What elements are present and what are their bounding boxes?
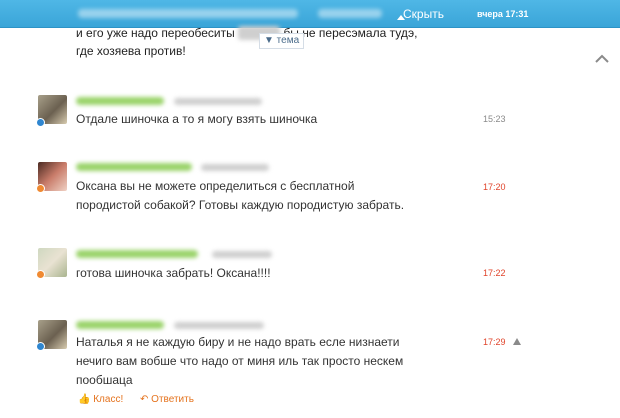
status-dot-icon	[36, 342, 45, 351]
message-text: Отдале шиночка а то я могу взять шиночка	[76, 112, 318, 126]
author-name[interactable]	[76, 250, 198, 258]
warning-icon[interactable]	[513, 338, 521, 345]
topic-button[interactable]: ▼ тема	[259, 33, 305, 49]
message-text: Оксана вы не можете определиться с беспл…	[76, 179, 405, 212]
message-text: Наталья я не каждую биру и не надо врать…	[76, 335, 404, 387]
status-dot-icon	[36, 118, 45, 127]
author-meta	[174, 98, 262, 105]
message-time: 17:29	[483, 337, 506, 347]
author-meta	[201, 164, 269, 171]
hide-link[interactable]: Скрыть	[403, 7, 444, 21]
author-name[interactable]	[76, 321, 164, 329]
collapse-chevron-icon[interactable]	[594, 52, 610, 64]
message-time: 17:20	[483, 182, 506, 192]
message-time: 17:22	[483, 268, 506, 278]
author-meta	[174, 322, 264, 329]
topbar-timestamp: вчера 17:31	[477, 9, 529, 19]
like-icon: 👍	[78, 394, 91, 405]
reply-arrow-icon: ↶	[140, 394, 149, 405]
author-meta	[212, 251, 272, 258]
reply-button[interactable]: ↶ Ответить	[140, 394, 194, 405]
author-name[interactable]	[76, 97, 164, 105]
author-name[interactable]	[76, 163, 192, 171]
like-button[interactable]: 👍 Класс!	[78, 394, 123, 405]
status-dot-icon	[36, 270, 45, 279]
message-time: 15:23	[483, 114, 506, 124]
blurred-author	[318, 9, 382, 18]
message-text: готова шиночка забрать! Оксана!!!!	[76, 266, 271, 280]
status-dot-icon	[36, 184, 45, 193]
blurred-title	[78, 9, 298, 18]
